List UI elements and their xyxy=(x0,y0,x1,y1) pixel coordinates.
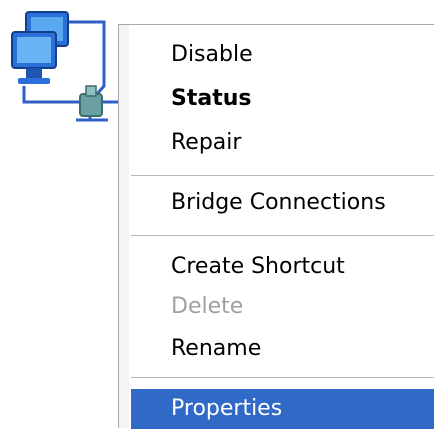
menu-item-disable[interactable]: Disable xyxy=(131,35,434,75)
desktop: Disable Status Repair Bridge Connections… xyxy=(0,0,439,432)
network-connection-icon[interactable] xyxy=(4,4,134,130)
context-menu: Disable Status Repair Bridge Connections… xyxy=(118,24,434,429)
menu-item-status[interactable]: Status xyxy=(131,79,434,119)
menu-separator xyxy=(131,175,434,176)
menu-item-repair[interactable]: Repair xyxy=(131,123,434,163)
menu-item-rename[interactable]: Rename xyxy=(131,329,434,369)
menu-item-properties[interactable]: Properties xyxy=(131,389,434,429)
menu-separator xyxy=(131,235,434,236)
menu-item-create-shortcut[interactable]: Create Shortcut xyxy=(131,247,434,287)
menu-item-delete[interactable]: Delete xyxy=(131,287,434,327)
menu-separator xyxy=(131,377,434,378)
menu-gutter xyxy=(119,25,129,428)
menu-item-bridge-connections[interactable]: Bridge Connections xyxy=(131,183,434,223)
